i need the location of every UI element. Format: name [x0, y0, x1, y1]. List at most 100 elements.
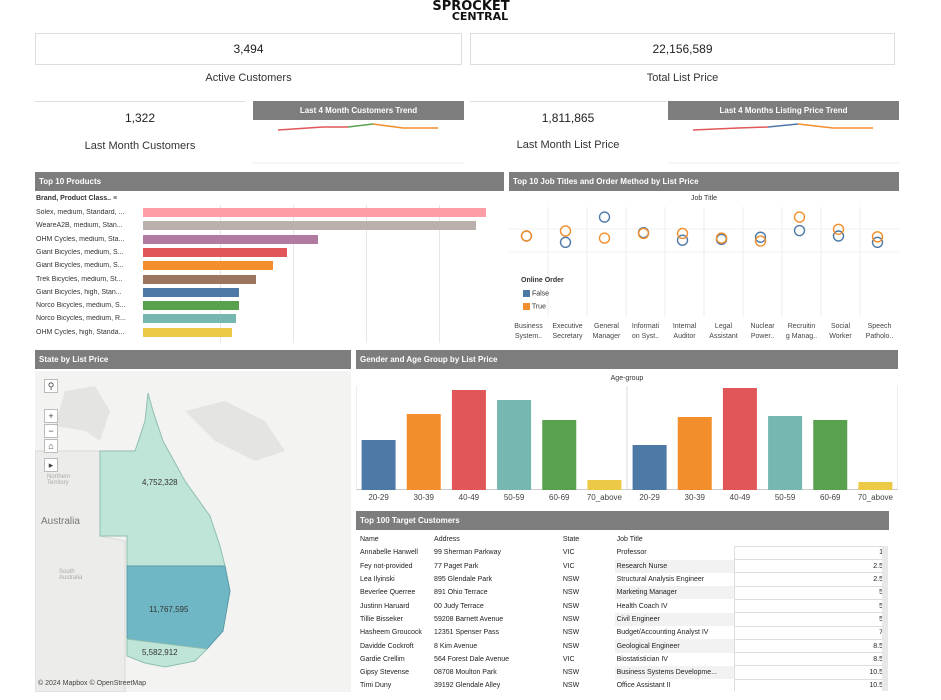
- age-bar[interactable]: [858, 482, 893, 490]
- table-scrollbar[interactable]: [882, 546, 888, 691]
- job-dot-false[interactable]: [598, 211, 611, 223]
- job-title-label-line-2: on Syst..: [631, 333, 660, 340]
- job-dot-false[interactable]: [793, 224, 806, 237]
- product-bar[interactable]: [143, 301, 240, 311]
- age-group-label: 20-29: [639, 493, 660, 502]
- job-dot-true[interactable]: [676, 227, 689, 240]
- cell-name: Annabelle Hanwell: [360, 549, 418, 557]
- cell-address: 564 Forest Dale Avenue: [434, 655, 510, 663]
- product-row[interactable]: Norco Bicycles, medium, S...: [36, 300, 496, 311]
- job-dot-true[interactable]: [793, 211, 806, 223]
- age-bar[interactable]: [632, 445, 667, 490]
- cell-state: NSW: [562, 576, 580, 584]
- product-bar[interactable]: [143, 314, 236, 324]
- product-bar[interactable]: [143, 234, 318, 244]
- cell-rank: 7: [733, 625, 888, 640]
- age-bar[interactable]: [722, 388, 757, 490]
- cell-address: 08708 Moulton Park: [434, 669, 497, 677]
- job-title-label: Business System..: [509, 322, 548, 342]
- age-bar[interactable]: [406, 414, 441, 490]
- table-row[interactable]: Tillie Bisseker 59208 Barnett Avenue NSW Ci…: [358, 612, 888, 627]
- product-row[interactable]: Giant Bicycles, high, Stan...: [36, 287, 496, 298]
- cell-name: Beverlee Querree: [360, 589, 416, 597]
- job-title-label-line-1: Nuclear: [750, 323, 775, 330]
- product-row[interactable]: Trek Bicycles, medium, St...: [36, 274, 496, 285]
- job-title-label: Legal Assistant: [704, 322, 743, 342]
- last-month-customers-divider: [35, 101, 245, 102]
- product-row[interactable]: WeareA2B, medium, Stan...: [36, 220, 496, 231]
- col-header-name[interactable]: Name: [358, 533, 432, 546]
- map-search-icon[interactable]: ⚲: [44, 379, 58, 393]
- map-zoom-in-icon[interactable]: +: [44, 409, 58, 423]
- cell-address: 895 Glendale Park: [434, 576, 493, 584]
- job-dot-false[interactable]: [559, 236, 572, 248]
- product-bar[interactable]: [143, 287, 240, 297]
- job-title-label: Internal Auditor: [665, 322, 704, 342]
- cell-name: Justinn Haruard: [360, 602, 410, 610]
- table-row[interactable]: Justinn Haruard 00 Judy Terrace NSW Health …: [358, 598, 888, 614]
- total-list-price-label: Total List Price: [646, 72, 719, 84]
- map-expand-icon[interactable]: ▸: [44, 458, 58, 472]
- age-bar[interactable]: [587, 480, 622, 490]
- table-row[interactable]: Beverlee Querree 891 Ohio Terrace NSW Marke…: [358, 585, 888, 600]
- product-bar[interactable]: [143, 247, 288, 257]
- cell-job-title: Research Nurse: [614, 559, 735, 573]
- job-title-label: Speech Patholo..: [860, 322, 899, 342]
- map-home-icon[interactable]: ⌂: [44, 439, 58, 453]
- table-row[interactable]: Lea Ilyinski 895 Glendale Park NSW Structur…: [358, 572, 888, 587]
- product-bar[interactable]: [143, 327, 233, 337]
- table-row[interactable]: Timi Duny 39192 Glendale Alley NSW Office A…: [358, 678, 888, 691]
- sort-icon[interactable]: ≡: [113, 195, 117, 202]
- nt-label: Northern Territory: [47, 474, 71, 486]
- top-products-column-header[interactable]: Brand, Product Class.. ≡: [36, 195, 117, 202]
- cell-name: Hasheem Groucock: [360, 629, 422, 637]
- product-row[interactable]: OHM Cycles, high, Standa...: [36, 327, 496, 338]
- target-customers-table[interactable]: Name Address State Job Title Annabelle H…: [358, 533, 888, 691]
- map-zoom-out-icon[interactable]: −: [44, 424, 58, 438]
- product-bar[interactable]: [143, 261, 274, 271]
- legend-true[interactable]: True: [523, 303, 546, 310]
- product-row[interactable]: OHM Cycles, medium, Sta...: [36, 234, 496, 245]
- job-dot-true[interactable]: [559, 225, 572, 237]
- table-row[interactable]: Gipsy Stevense 08708 Moulton Park NSW Busin…: [358, 665, 888, 680]
- cell-address: 39192 Glendale Alley: [434, 682, 501, 690]
- table-row[interactable]: Annabelle Hanwell 99 Sherman Parkway VIC Pr…: [358, 545, 888, 561]
- product-row[interactable]: Solex, medium, Standard, ...: [36, 207, 496, 218]
- product-bar[interactable]: [143, 221, 476, 231]
- age-bar[interactable]: [813, 420, 848, 490]
- product-row[interactable]: Norco Bicycles, medium, R...: [36, 313, 496, 324]
- job-title-label-line-1: General: [594, 323, 619, 330]
- product-row[interactable]: Giant Bicycles, medium, S...: [36, 247, 496, 258]
- age-bar[interactable]: [497, 400, 532, 490]
- age-group-label: 30-39: [684, 493, 705, 502]
- table-row[interactable]: Hasheem Groucock 12351 Spenser Pass NSW Bud…: [358, 625, 888, 640]
- age-bar[interactable]: [768, 416, 803, 490]
- col-header-job-title[interactable]: Job Title: [615, 533, 735, 546]
- age-bar[interactable]: [542, 420, 577, 490]
- product-bar[interactable]: [143, 274, 257, 284]
- age-bar[interactable]: [361, 440, 396, 490]
- product-row[interactable]: Giant Bicycles, medium, S...: [36, 260, 496, 271]
- job-title-label-line-2: Secretary: [552, 333, 583, 340]
- cell-rank: 8.5: [733, 652, 888, 667]
- product-bar[interactable]: [143, 208, 486, 217]
- top-products-column-label: Brand, Product Class..: [36, 195, 112, 202]
- job-dot-true[interactable]: [520, 230, 533, 242]
- last-month-list-price-label: Last Month List Price: [516, 139, 620, 151]
- job-dot-true[interactable]: [598, 232, 611, 244]
- age-bar[interactable]: [451, 390, 486, 490]
- legend-false[interactable]: False: [523, 290, 549, 297]
- table-row[interactable]: Fey not-provided 77 Paget Park VIC Research…: [358, 559, 888, 574]
- job-titles-chart: [509, 207, 899, 317]
- listing-trend-chart: [668, 123, 899, 164]
- state-map[interactable]: 4,752,328 11,767,595 5,582,912 Australia…: [35, 371, 351, 692]
- table-row[interactable]: Davidde Cockroft 8 Kim Avenue NSW Geologica…: [358, 638, 888, 654]
- age-group-label: 50-59: [503, 493, 525, 502]
- col-header-state[interactable]: State: [561, 533, 615, 546]
- col-header-address[interactable]: Address: [432, 533, 561, 546]
- table-row[interactable]: Gardie Crellim 564 Forest Dale Avenue VIC B…: [358, 652, 888, 667]
- cell-rank: 5: [733, 612, 888, 627]
- product-label: Solex, medium, Standard, ...: [36, 209, 125, 216]
- age-bar[interactable]: [677, 417, 712, 490]
- product-label: Trek Bicycles, medium, St...: [36, 275, 123, 283]
